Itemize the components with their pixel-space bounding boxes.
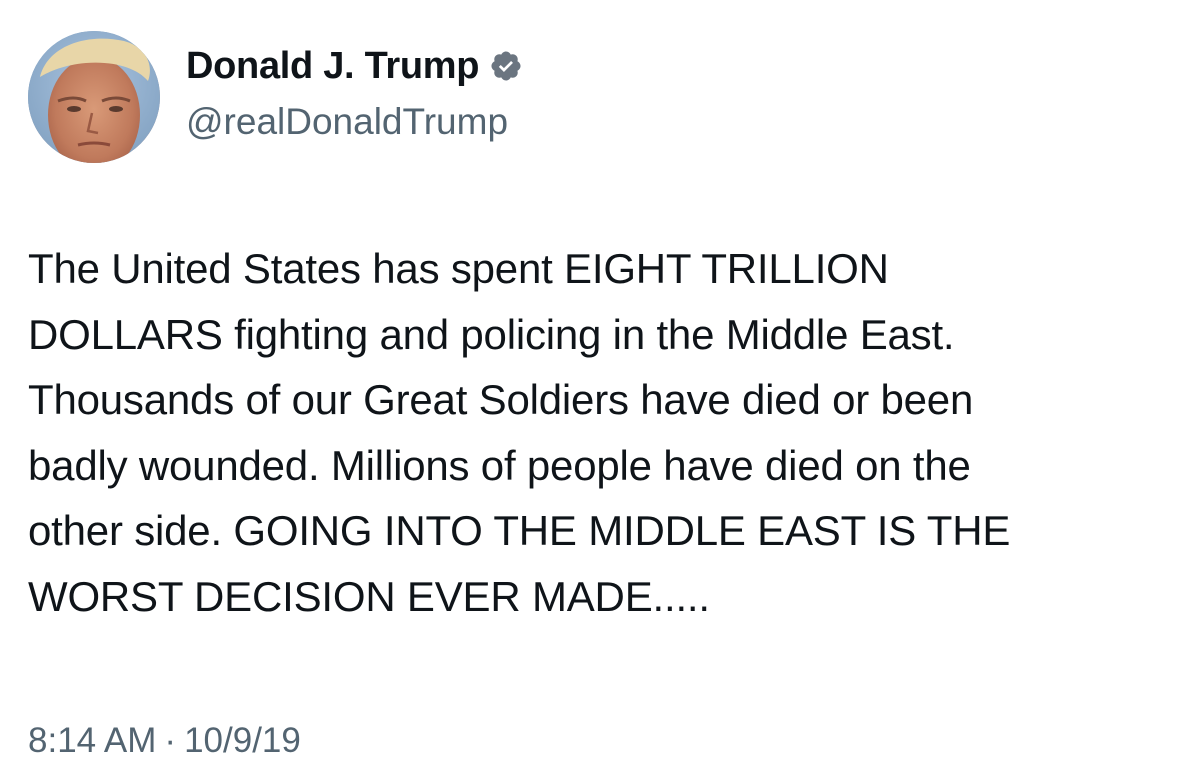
tweet-card: Donald J. Trump @realDonaldTrump The Uni… xyxy=(0,0,1200,775)
tweet-time[interactable]: 8:14 AM xyxy=(28,721,156,760)
tweet-header: Donald J. Trump @realDonaldTrump xyxy=(28,28,523,166)
name-row: Donald J. Trump xyxy=(186,43,523,89)
author-names: Donald J. Trump @realDonaldTrump xyxy=(186,43,523,145)
meta-separator: · xyxy=(164,721,177,760)
tweet-text: The United States has spent EIGHT TRILLI… xyxy=(28,245,1011,620)
tweet-meta: 8:14 AM · 10/9/19 xyxy=(28,718,301,764)
user-handle[interactable]: @realDonaldTrump xyxy=(186,99,523,145)
display-name[interactable]: Donald J. Trump xyxy=(186,43,480,89)
verified-badge-icon xyxy=(489,49,523,83)
avatar[interactable] xyxy=(28,31,160,163)
tweet-date[interactable]: 10/9/19 xyxy=(184,721,301,760)
